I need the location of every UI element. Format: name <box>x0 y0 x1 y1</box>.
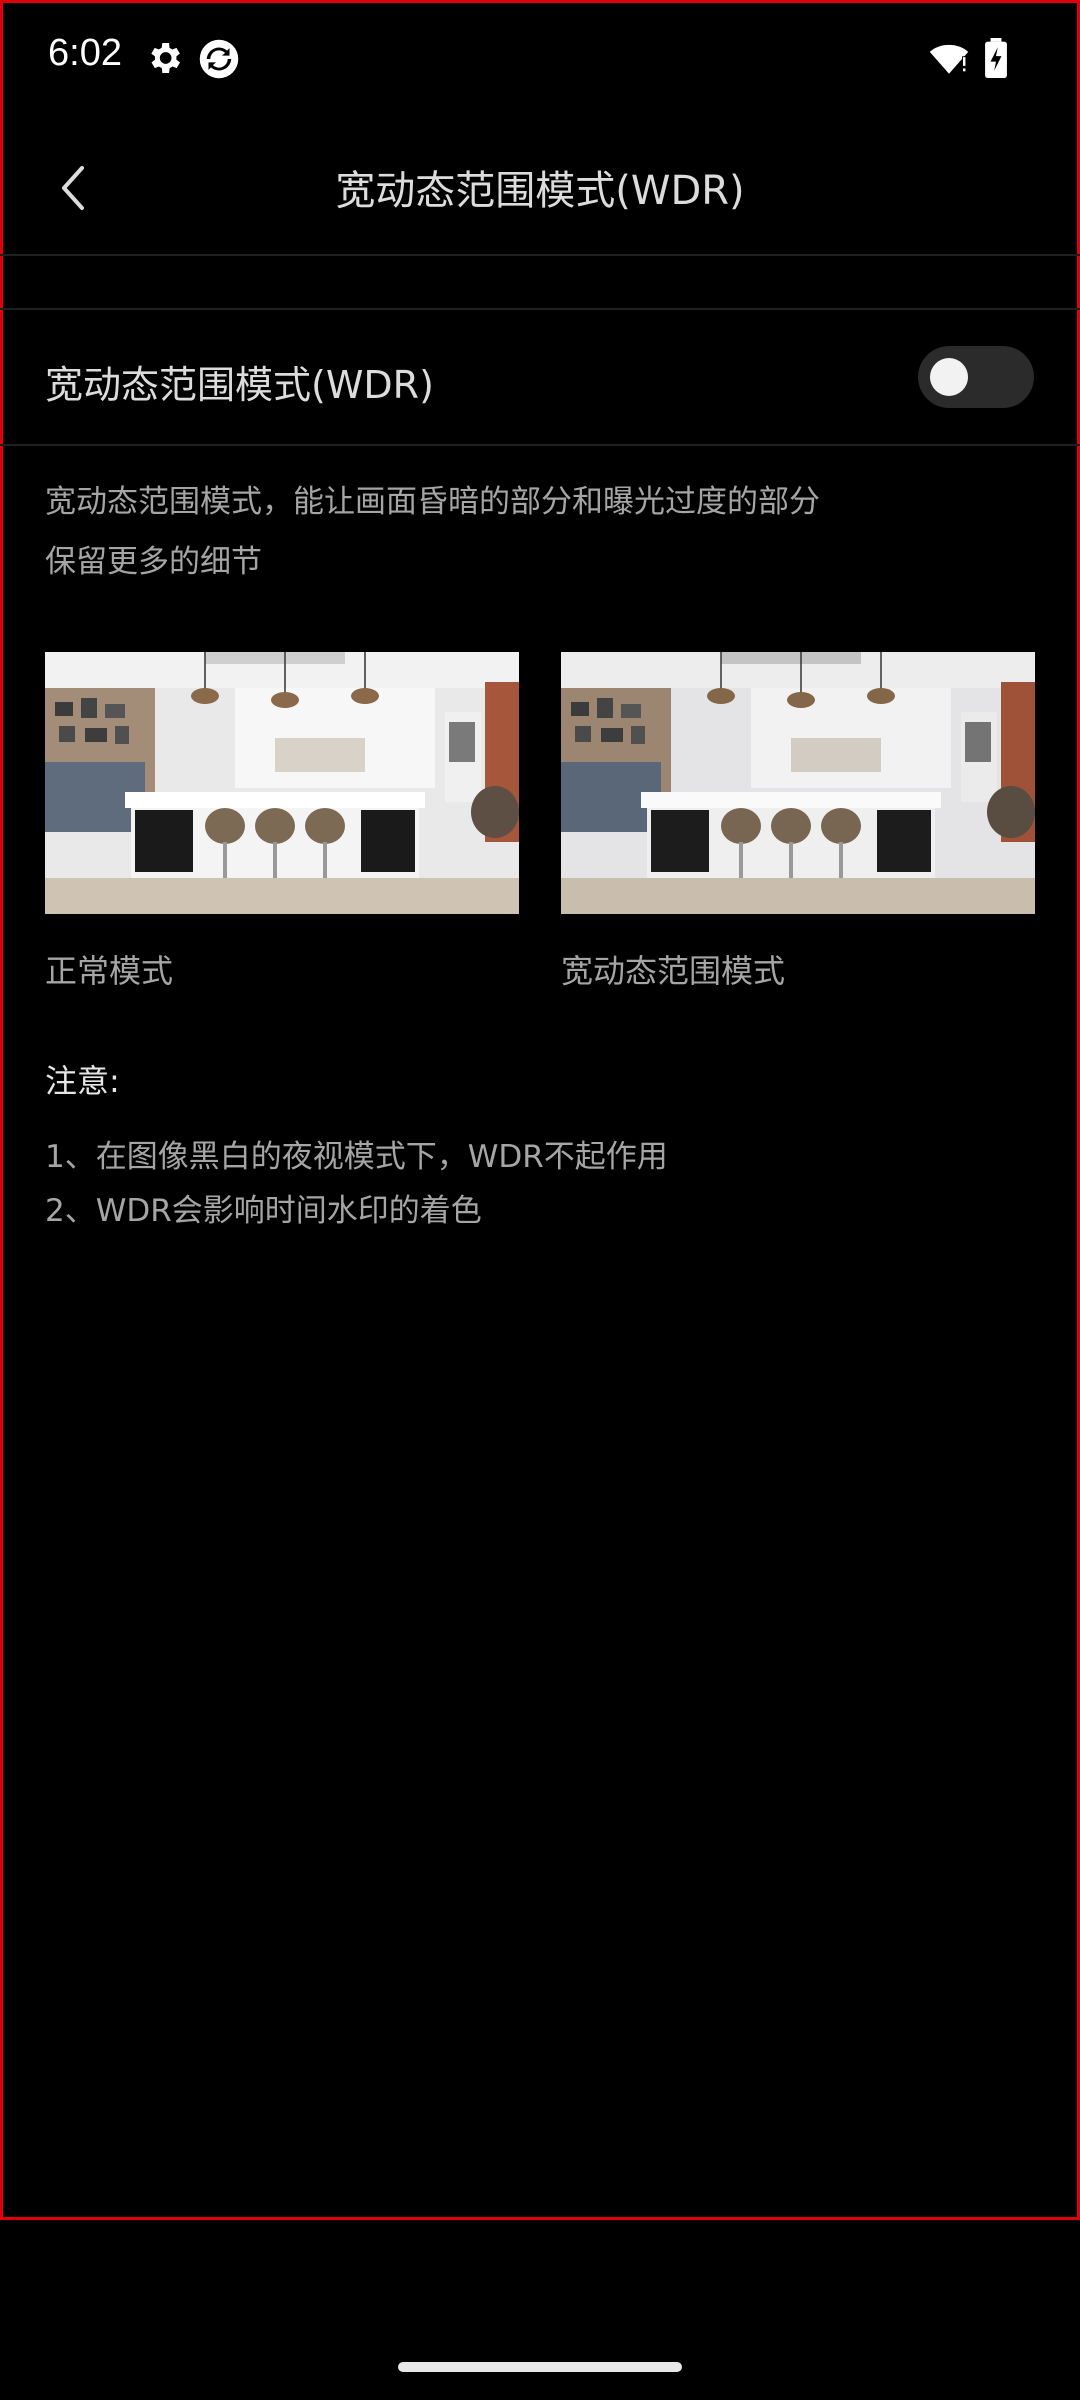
wdr-setting-row[interactable]: 宽动态范围模式(WDR) <box>0 310 1080 446</box>
normal-mode-caption: 正常模式 <box>45 952 174 990</box>
app-header: 宽动态范围模式(WDR) <box>0 120 1080 256</box>
notice-list: 1、在图像黑白的夜视模式下，WDR不起作用 2、WDR会影响时间水印的着色 <box>45 1130 668 1238</box>
normal-mode-preview-image <box>45 652 519 914</box>
battery-charging-icon <box>982 38 1022 78</box>
status-time: 6:02 <box>48 32 122 74</box>
wdr-setting-label: 宽动态范围模式(WDR) <box>45 363 434 407</box>
notice-title: 注意: <box>45 1062 120 1100</box>
description-line: 宽动态范围模式，能让画面昏暗的部分和曝光过度的部分 <box>45 484 820 520</box>
gear-icon <box>144 38 184 78</box>
page-title: 宽动态范围模式(WDR) <box>335 168 745 214</box>
notice-item: 1、在图像黑白的夜视模式下，WDR不起作用 <box>45 1139 668 1175</box>
wdr-mode-preview-image <box>561 652 1035 914</box>
wdr-toggle-switch[interactable] <box>918 346 1034 408</box>
sync-app-icon <box>198 38 239 79</box>
section-divider <box>0 256 1080 310</box>
status-bar: 6:02 <box>0 0 1080 120</box>
wdr-description: 宽动态范围模式，能让画面昏暗的部分和曝光过度的部分 保留更多的细节 <box>45 472 905 592</box>
wifi-alert-icon <box>928 38 969 78</box>
wdr-mode-caption: 宽动态范围模式 <box>561 952 786 990</box>
home-indicator[interactable] <box>398 2362 682 2372</box>
description-line: 保留更多的细节 <box>45 544 262 580</box>
switch-knob <box>930 358 968 396</box>
notice-item: 2、WDR会影响时间水印的着色 <box>45 1193 482 1229</box>
